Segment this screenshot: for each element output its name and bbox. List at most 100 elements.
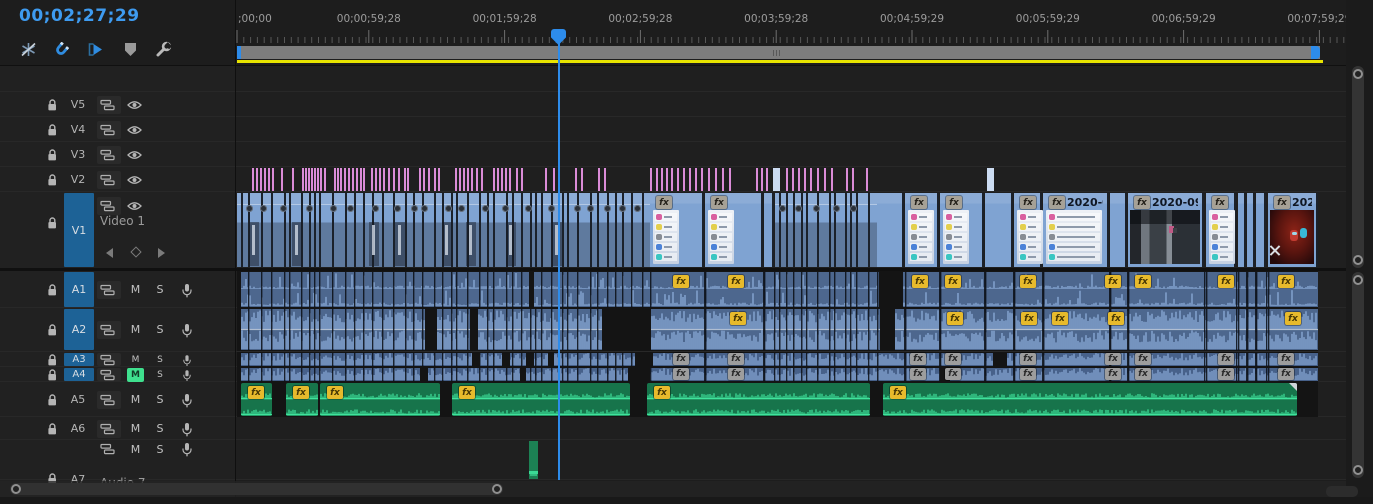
graphics-clip[interactable]: [493, 168, 495, 191]
playhead-line[interactable]: [558, 30, 560, 480]
fx-badge[interactable]: fx: [947, 312, 963, 325]
graphics-clip[interactable]: [766, 168, 768, 191]
graphics-clip[interactable]: [810, 168, 812, 191]
track-name-button-a3[interactable]: A3: [64, 353, 94, 366]
fx-badge[interactable]: fx: [1020, 368, 1036, 380]
fx-badge[interactable]: fx: [654, 386, 670, 399]
voiceover-record-icon[interactable]: [181, 323, 193, 338]
graphics-clip[interactable]: [292, 168, 294, 191]
timeline-ruler[interactable]: ;00;0000;00;59;2800;01;59;2800;02;59;280…: [236, 0, 1346, 44]
graphics-clip[interactable]: [553, 168, 555, 191]
fx-badge[interactable]: fx: [1020, 353, 1036, 365]
linked-selection-icon[interactable]: [87, 42, 104, 57]
mute-button[interactable]: M: [127, 393, 144, 407]
sync-lock-icon[interactable]: [100, 369, 115, 381]
fx-badge[interactable]: fx: [1021, 312, 1037, 325]
fx-badge[interactable]: fx: [1278, 275, 1294, 288]
graphics-clip[interactable]: [671, 168, 673, 191]
selected-graphics-clip[interactable]: [987, 168, 994, 191]
sync-lock-icon[interactable]: [100, 200, 115, 212]
sync-lock-icon[interactable]: [100, 443, 115, 455]
graphics-clip[interactable]: [545, 168, 547, 191]
graphics-clip[interactable]: [509, 168, 511, 191]
fx-badge[interactable]: fx: [728, 353, 744, 365]
scrollbar-resize-handle[interactable]: [1353, 465, 1363, 475]
fx-badge[interactable]: fx: [945, 353, 961, 365]
fx-badge[interactable]: fx: [1108, 312, 1124, 325]
graphics-clip[interactable]: [715, 168, 717, 191]
graphics-clip[interactable]: [419, 168, 421, 191]
graphics-clip[interactable]: [695, 168, 697, 191]
graphics-clip[interactable]: [701, 168, 703, 191]
video-clip[interactable]: [985, 193, 1013, 267]
sync-lock-icon[interactable]: [100, 124, 115, 136]
voiceover-record-icon[interactable]: [181, 283, 193, 298]
graphics-clip[interactable]: [722, 168, 724, 191]
graphics-clip[interactable]: [344, 168, 346, 191]
graphics-clip[interactable]: [348, 168, 350, 191]
fx-badge[interactable]: fx: [1218, 275, 1234, 288]
fx-badge[interactable]: fx: [1274, 196, 1290, 209]
audio-clip[interactable]: [651, 309, 880, 350]
sync-lock-icon[interactable]: [100, 354, 115, 366]
fx-badge[interactable]: fx: [1285, 312, 1301, 325]
toggle-track-output-icon[interactable]: [127, 201, 142, 211]
graphics-clip[interactable]: [260, 168, 262, 191]
fx-badge[interactable]: fx: [1212, 196, 1228, 209]
track-v4-lane[interactable]: [236, 117, 1346, 142]
voiceover-record-icon[interactable]: [181, 393, 193, 408]
graphics-clip[interactable]: [324, 168, 326, 191]
solo-button[interactable]: S: [153, 442, 167, 456]
solo-button[interactable]: S: [153, 323, 167, 337]
fx-badge[interactable]: fx: [945, 368, 961, 380]
graphics-clip[interactable]: [383, 168, 385, 191]
audio-clip[interactable]: [478, 309, 602, 350]
graphics-clip[interactable]: [455, 168, 457, 191]
fx-badge[interactable]: fx: [1135, 275, 1151, 288]
audio-clip[interactable]: [437, 309, 470, 350]
vertical-scrollbar-thumb[interactable]: [1352, 66, 1364, 268]
fx-badge[interactable]: fx: [1049, 196, 1065, 209]
fx-badge[interactable]: fx: [1278, 368, 1294, 380]
graphics-clip[interactable]: [650, 168, 652, 191]
mute-button[interactable]: M: [127, 442, 144, 456]
scrollbar-zoom-handle[interactable]: [492, 484, 502, 494]
graphics-clip[interactable]: [761, 168, 763, 191]
graphics-clip[interactable]: [305, 168, 307, 191]
fx-badge[interactable]: fx: [730, 312, 746, 325]
mute-button[interactable]: M: [127, 368, 144, 382]
graphics-clip[interactable]: [852, 168, 854, 191]
graphics-clip[interactable]: [434, 168, 436, 191]
graphics-clip[interactable]: [471, 168, 473, 191]
graphics-clip[interactable]: [256, 168, 258, 191]
graphics-clip[interactable]: [866, 168, 868, 191]
audio-clip[interactable]: [241, 272, 529, 307]
track-name-label-v2[interactable]: V2: [60, 172, 96, 188]
video-clip[interactable]: [1110, 193, 1127, 267]
work-area-start-handle[interactable]: [237, 46, 241, 59]
sync-lock-icon[interactable]: [100, 99, 115, 111]
graphics-clip[interactable]: [334, 168, 336, 191]
solo-button[interactable]: S: [153, 393, 167, 407]
track-a7-lane[interactable]: [236, 440, 1346, 480]
lock-icon[interactable]: [47, 149, 58, 162]
work-area-end-handle[interactable]: [1311, 46, 1320, 59]
graphics-clip[interactable]: [666, 168, 668, 191]
graphics-clip[interactable]: [516, 168, 518, 191]
fx-badge[interactable]: fx: [1134, 196, 1150, 209]
graphics-clip[interactable]: [656, 168, 658, 191]
fx-badge[interactable]: fx: [293, 386, 309, 399]
graphics-clip[interactable]: [505, 168, 507, 191]
lock-icon[interactable]: [47, 217, 58, 230]
graphics-clip[interactable]: [388, 168, 390, 191]
sync-lock-icon[interactable]: [100, 324, 115, 336]
voiceover-record-icon[interactable]: [181, 442, 193, 457]
graphics-clip[interactable]: [379, 168, 381, 191]
fx-badge[interactable]: fx: [910, 353, 926, 365]
track-name-label-v4[interactable]: V4: [60, 122, 96, 138]
graphics-clip[interactable]: [302, 168, 304, 191]
graphics-clip[interactable]: [340, 168, 342, 191]
lock-icon[interactable]: [47, 354, 58, 367]
graphics-clip[interactable]: [497, 168, 499, 191]
graphics-clip[interactable]: [476, 168, 478, 191]
